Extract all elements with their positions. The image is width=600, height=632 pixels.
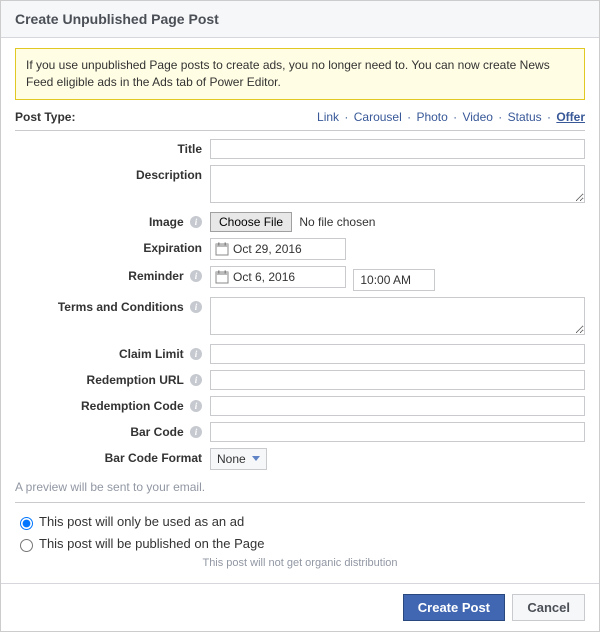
radio-row-publish: This post will be published on the Page: [15, 533, 585, 555]
choose-file-button[interactable]: Choose File: [210, 212, 292, 232]
radio-publish[interactable]: [20, 539, 33, 552]
expiration-date-value: Oct 29, 2016: [233, 242, 302, 256]
reminder-time-value: 10:00 AM: [360, 273, 411, 287]
info-icon[interactable]: i: [190, 426, 202, 438]
divider: [15, 130, 585, 131]
dialog-title: Create Unpublished Page Post: [15, 11, 219, 27]
radio-ad-only[interactable]: [20, 517, 33, 530]
distribution-sub-note: This post will not get organic distribut…: [15, 555, 585, 577]
tab-carousel[interactable]: Carousel: [354, 110, 402, 124]
info-icon[interactable]: i: [190, 374, 202, 386]
label-redemption-url: Redemption URL i: [15, 370, 210, 387]
label-terms: Terms and Conditions i: [15, 297, 210, 314]
title-input[interactable]: [210, 139, 585, 159]
tab-offer[interactable]: Offer: [556, 110, 585, 124]
description-input[interactable]: [210, 165, 585, 203]
info-icon[interactable]: i: [190, 301, 202, 313]
cancel-button[interactable]: Cancel: [512, 594, 585, 621]
row-redemption-code: Redemption Code i: [15, 396, 585, 416]
post-type-label: Post Type:: [15, 110, 75, 124]
create-post-button[interactable]: Create Post: [403, 594, 505, 621]
post-type-tabs: Link · Carousel · Photo · Video · Status…: [317, 110, 585, 124]
row-bar-code: Bar Code i: [15, 422, 585, 442]
calendar-icon: [215, 270, 229, 284]
redemption-code-input[interactable]: [210, 396, 585, 416]
reminder-time-picker[interactable]: 10:00 AM: [353, 269, 435, 291]
dialog-body: If you use unpublished Page posts to cre…: [1, 38, 599, 583]
info-icon[interactable]: i: [190, 348, 202, 360]
redemption-url-input[interactable]: [210, 370, 585, 390]
label-expiration: Expiration: [15, 238, 210, 255]
caret-down-icon: [252, 456, 260, 461]
dialog-footer: Create Post Cancel: [1, 583, 599, 631]
label-image: Image i: [15, 212, 210, 229]
tab-photo[interactable]: Photo: [416, 110, 447, 124]
bar-code-input[interactable]: [210, 422, 585, 442]
info-notice-text: If you use unpublished Page posts to cre…: [26, 58, 550, 89]
claim-limit-input[interactable]: [210, 344, 585, 364]
calendar-icon: [215, 242, 229, 256]
reminder-date-value: Oct 6, 2016: [233, 270, 295, 284]
preview-note: A preview will be sent to your email.: [15, 476, 585, 502]
row-reminder: Reminder i Oct 6, 2016 10:00 AM: [15, 266, 585, 291]
tab-video[interactable]: Video: [462, 110, 492, 124]
row-description: Description: [15, 165, 585, 206]
tab-link[interactable]: Link: [317, 110, 339, 124]
info-icon[interactable]: i: [190, 270, 202, 282]
divider: [15, 502, 585, 503]
info-notice: If you use unpublished Page posts to cre…: [15, 48, 585, 100]
row-image: Image i Choose File No file chosen: [15, 212, 585, 232]
info-icon[interactable]: i: [190, 400, 202, 412]
row-bar-code-format: Bar Code Format None: [15, 448, 585, 470]
label-bar-code: Bar Code i: [15, 422, 210, 439]
tab-status[interactable]: Status: [508, 110, 542, 124]
radio-ad-only-label[interactable]: This post will only be used as an ad: [39, 514, 244, 529]
row-terms: Terms and Conditions i: [15, 297, 585, 338]
file-status: No file chosen: [299, 215, 375, 229]
label-claim-limit: Claim Limit i: [15, 344, 210, 361]
label-reminder: Reminder i: [15, 266, 210, 283]
label-bar-code-format: Bar Code Format: [15, 448, 210, 465]
bar-code-format-value: None: [217, 452, 246, 466]
post-type-row: Post Type: Link · Carousel · Photo · Vid…: [15, 100, 585, 130]
radio-row-ad-only: This post will only be used as an ad: [15, 511, 585, 533]
row-expiration: Expiration Oct 29, 2016: [15, 238, 585, 260]
dialog: Create Unpublished Page Post If you use …: [0, 0, 600, 632]
terms-input[interactable]: [210, 297, 585, 335]
bar-code-format-select[interactable]: None: [210, 448, 267, 470]
label-title: Title: [15, 139, 210, 156]
row-claim-limit: Claim Limit i: [15, 344, 585, 364]
expiration-date-picker[interactable]: Oct 29, 2016: [210, 238, 346, 260]
row-redemption-url: Redemption URL i: [15, 370, 585, 390]
label-redemption-code: Redemption Code i: [15, 396, 210, 413]
info-icon[interactable]: i: [190, 216, 202, 228]
row-title: Title: [15, 139, 585, 159]
reminder-date-picker[interactable]: Oct 6, 2016: [210, 266, 346, 288]
label-description: Description: [15, 165, 210, 182]
dialog-header: Create Unpublished Page Post: [1, 1, 599, 38]
radio-publish-label[interactable]: This post will be published on the Page: [39, 536, 264, 551]
